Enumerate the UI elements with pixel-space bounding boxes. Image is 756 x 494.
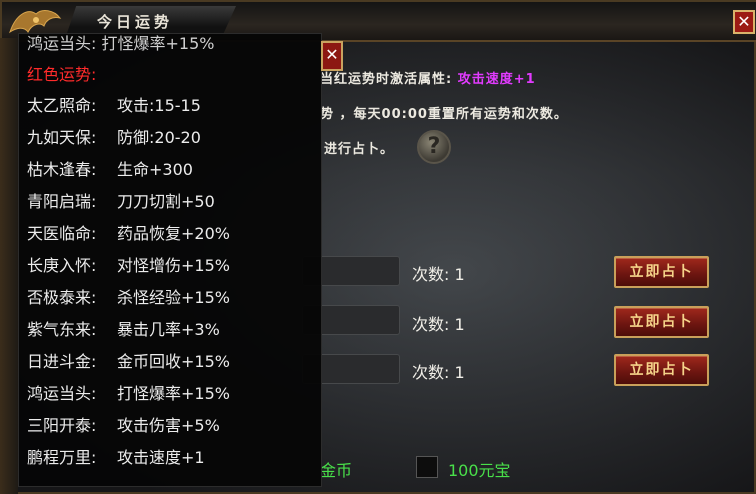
count-value: 1 bbox=[454, 265, 465, 284]
yuanbao-label: 100元宝 bbox=[448, 461, 511, 480]
tooltip-item: 天医临命: 药品恢复+20% bbox=[27, 220, 230, 244]
count-value: 1 bbox=[454, 363, 465, 382]
tooltip-item-name: 青阳启瑞: bbox=[27, 192, 97, 211]
tooltip-item-name: 紫气东来: bbox=[27, 320, 97, 339]
tooltip-item-effect: 生命+300 bbox=[117, 160, 193, 179]
tooltip-item-effect: 攻击:15-15 bbox=[117, 96, 201, 115]
window-title: 今日运势 bbox=[97, 13, 174, 31]
tooltip-item: 青阳启瑞: 刀刀切割+50 bbox=[27, 188, 215, 212]
description-line-1: 当红运势时激活属性: 攻击速度+1 bbox=[320, 68, 536, 87]
left-border bbox=[0, 38, 18, 494]
tooltip-item: 日进斗金: 金币回收+15% bbox=[27, 348, 230, 372]
tooltip-item-effect: 暴击几率+3% bbox=[117, 320, 220, 339]
count-label: 次数: bbox=[412, 363, 450, 382]
tooltip-item-name: 否极泰来: bbox=[27, 288, 97, 307]
tooltip-item-name: 三阳开泰: bbox=[27, 416, 97, 435]
divine-button-1[interactable]: 立即占卜 bbox=[614, 256, 709, 288]
gold-label: 金币 bbox=[320, 461, 353, 480]
tooltip-item: 枯木逢春: 生命+300 bbox=[27, 156, 193, 180]
description-line-1-prefix: 当红运势时激活属性: bbox=[320, 72, 453, 87]
tooltip-item: 鸿运当头: 打怪爆率+15% bbox=[27, 380, 230, 404]
tooltip-item-name: 日进斗金: bbox=[27, 352, 97, 371]
tooltip-item: 三阳开泰: 攻击伤害+5% bbox=[27, 412, 220, 436]
yuanbao-checkbox[interactable] bbox=[416, 456, 438, 478]
count-1: 次数: 1 bbox=[412, 261, 465, 285]
tooltip-close-button[interactable]: ✕ bbox=[321, 41, 343, 71]
tooltip-item-effect: 药品恢复+20% bbox=[117, 224, 230, 243]
tooltip-item-effect: 攻击速度+1 bbox=[117, 448, 205, 467]
count-label: 次数: bbox=[412, 315, 450, 334]
tooltip-item-name: 枯木逢春: bbox=[27, 160, 97, 179]
tooltip-item: 鹏程万里: 攻击速度+1 bbox=[27, 444, 205, 468]
tooltip-item: 紫气东来: 暴击几率+3% bbox=[27, 316, 220, 340]
fortune-tooltip: 鸿运当头: 打怪爆率+15% 红色运势: 太乙照命: 攻击:15-15 九如天保: 防… bbox=[18, 33, 322, 487]
tooltip-item-name: 天医临命: bbox=[27, 224, 97, 243]
tooltip-item: 九如天保: 防御:20-20 bbox=[27, 124, 201, 148]
tooltip-item-name: 太乙照命: bbox=[27, 96, 97, 115]
tooltip-item-effect: 对怪增伤+15% bbox=[117, 256, 230, 275]
tooltip-item: 长庚入怀: 对怪增伤+15% bbox=[27, 252, 230, 276]
description-line-2: 势 ，每天00:00重置所有运势和次数。 bbox=[320, 107, 568, 122]
count-label: 次数: bbox=[412, 265, 450, 284]
tooltip-item-effect: 打怪爆率+15% bbox=[117, 384, 230, 403]
tooltip-header: 红色运势: bbox=[27, 65, 97, 84]
help-icon[interactable]: ? bbox=[417, 130, 451, 164]
count-2: 次数: 1 bbox=[412, 311, 465, 335]
tooltip-item-effect: 刀刀切割+50 bbox=[117, 192, 215, 211]
tooltip-item-effect: 金币回收+15% bbox=[117, 352, 230, 371]
tooltip-item: 否极泰来: 杀怪经验+15% bbox=[27, 284, 230, 308]
tooltip-item-effect: 攻击伤害+5% bbox=[117, 416, 220, 435]
divine-button-2[interactable]: 立即占卜 bbox=[614, 306, 709, 338]
description-line-3: 进行占卜。 bbox=[324, 142, 395, 157]
close-window-button[interactable]: ✕ bbox=[733, 10, 755, 34]
count-value: 1 bbox=[454, 315, 465, 334]
tooltip-item-name: 九如天保: bbox=[27, 128, 97, 147]
tooltip-item: 太乙照命: 攻击:15-15 bbox=[27, 92, 201, 116]
tooltip-item-name: 鸿运当头: bbox=[27, 384, 97, 403]
count-3: 次数: 1 bbox=[412, 359, 465, 383]
tooltip-item-effect: 杀怪经验+15% bbox=[117, 288, 230, 307]
tooltip-item-name: 长庚入怀: bbox=[27, 256, 97, 275]
tooltip-clipped-line: 鸿运当头: 打怪爆率+15% bbox=[27, 34, 215, 53]
tooltip-item-name: 鹏程万里: bbox=[27, 448, 97, 467]
divine-button-3[interactable]: 立即占卜 bbox=[614, 354, 709, 386]
active-attribute-highlight: 攻击速度+1 bbox=[457, 72, 536, 87]
tooltip-item-effect: 防御:20-20 bbox=[117, 128, 201, 147]
